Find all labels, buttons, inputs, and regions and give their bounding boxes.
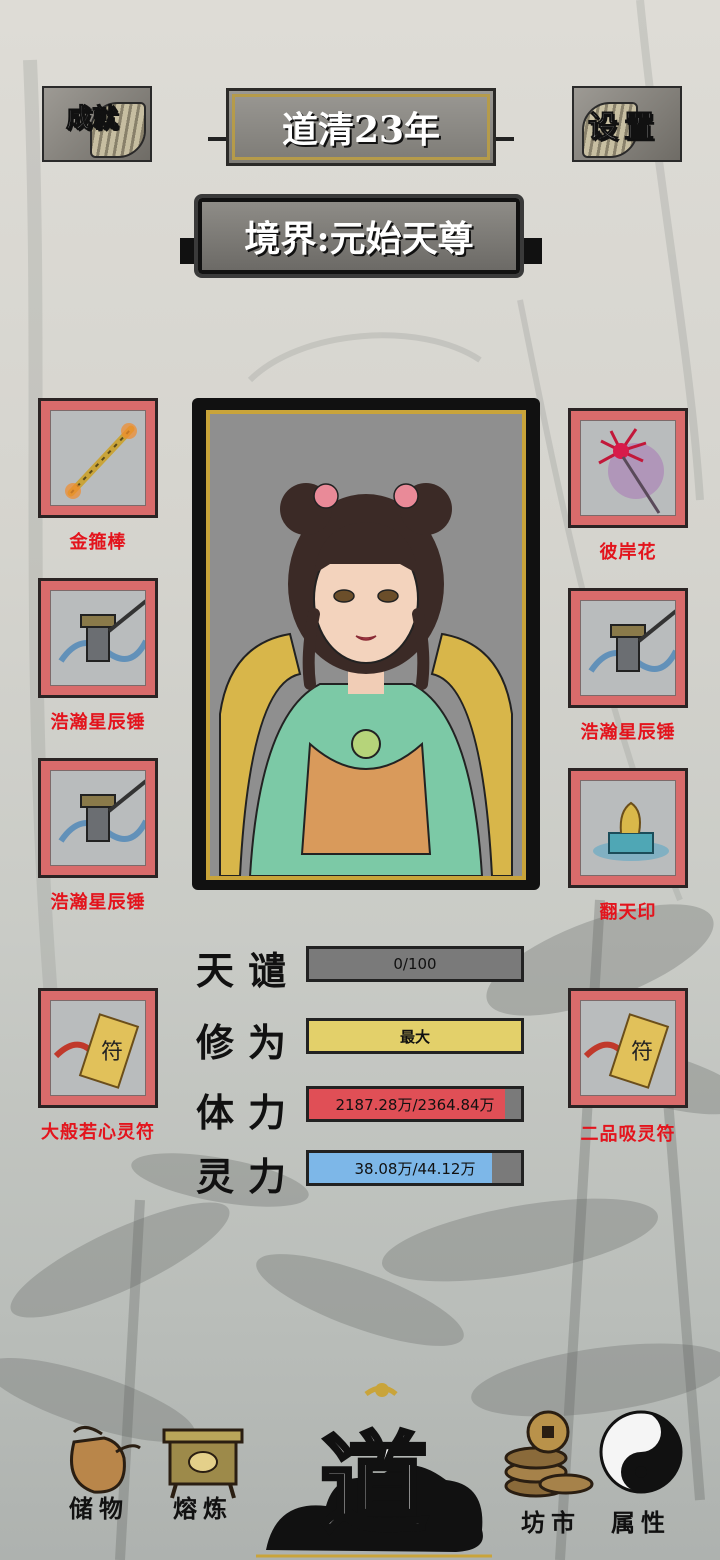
equip-slot-right-1[interactable] — [568, 408, 688, 528]
talisman-icon: 符 — [583, 1013, 670, 1089]
cultivation-bar: 最大 — [306, 1018, 524, 1054]
equip-label-right-4: 二品吸灵符 — [580, 1124, 676, 1145]
svg-text:符: 符 — [101, 1040, 123, 1065]
realm-banner: 境界:元始天尊 — [198, 198, 520, 274]
year-title: 道清23年 — [226, 88, 496, 166]
spider-lily-icon — [598, 428, 664, 514]
settings-button[interactable]: 设置 — [572, 86, 682, 162]
stamina-bar: 2187.28万/2364.84万 — [306, 1086, 524, 1122]
equip-slot-left-2[interactable] — [38, 578, 158, 698]
equip-slot-left-4[interactable]: 符 — [38, 988, 158, 1108]
equip-label-right-3: 翻天印 — [599, 902, 657, 923]
nav-storage[interactable]: 储物 — [44, 1402, 154, 1552]
equip-label-left-4: 大般若心灵符 — [41, 1122, 155, 1143]
equip-label-left-1: 金箍棒 — [69, 532, 127, 553]
nav-dao-center[interactable]: 道 — [256, 1380, 492, 1560]
stamina-value: 2187.28万/2364.84万 — [335, 1095, 495, 1114]
equip-slot-right-3[interactable] — [568, 768, 688, 888]
character-portrait[interactable] — [206, 410, 526, 880]
star-hammer-icon — [58, 599, 145, 663]
nav-attributes-label: 属性 — [611, 1508, 671, 1537]
pouch-icon — [70, 1426, 141, 1494]
heaven-seal-icon — [593, 801, 669, 861]
equip-label-right-1: 彼岸花 — [599, 542, 657, 563]
golden-staff-icon — [65, 423, 137, 499]
equip-label-left-3: 浩瀚星辰锤 — [50, 892, 146, 913]
achievements-button[interactable]: 成就 — [42, 86, 152, 162]
stat-label-tribulation: 天谴 — [196, 948, 301, 993]
cultivation-value: 最大 — [399, 1027, 430, 1046]
achievements-label: 成就 — [65, 104, 119, 135]
stat-label-cultivation: 修为 — [196, 1020, 301, 1065]
equip-label-left-2: 浩瀚星辰锤 — [50, 712, 146, 733]
cauldron-icon — [162, 1428, 244, 1499]
nav-smelt-label: 熔炼 — [173, 1494, 233, 1523]
stat-label-spirit: 灵力 — [196, 1154, 301, 1199]
star-hammer-icon — [588, 609, 675, 673]
tribulation-value: 0/100 — [393, 955, 437, 973]
equip-label-right-2: 浩瀚星辰锤 — [580, 722, 676, 743]
equip-slot-left-1[interactable] — [38, 398, 158, 518]
talisman-icon: 符 — [53, 1013, 140, 1089]
nav-smelt[interactable]: 熔炼 — [148, 1402, 258, 1552]
nav-storage-label: 储物 — [69, 1494, 129, 1523]
settings-label: 设置 — [588, 110, 660, 146]
svg-text:符: 符 — [631, 1040, 653, 1065]
equip-slot-right-2[interactable] — [568, 588, 688, 708]
spirit-bar: 38.08万/44.12万 — [306, 1150, 524, 1186]
stat-label-stamina: 体力 — [196, 1090, 301, 1135]
tribulation-bar: 0/100 — [306, 946, 524, 982]
yin-yang-icon — [599, 1410, 683, 1494]
nav-attributes[interactable]: 属性 — [586, 1402, 696, 1552]
equip-slot-left-3[interactable] — [38, 758, 158, 878]
star-hammer-icon — [58, 779, 145, 843]
character-illustration — [219, 483, 513, 876]
equip-slot-right-4[interactable]: 符 — [568, 988, 688, 1108]
spirit-value: 38.08万/44.12万 — [354, 1159, 476, 1178]
nav-dao-label: 道 — [318, 1420, 430, 1550]
